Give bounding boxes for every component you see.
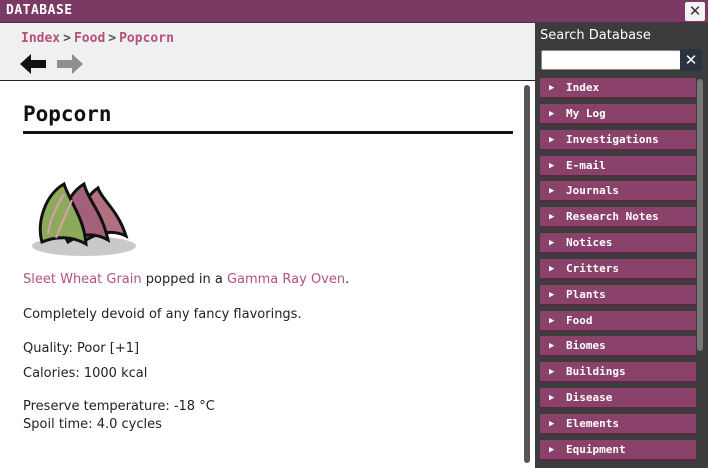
category-label: Critters [566,261,619,275]
triangle-right-icon: ▶ [549,134,555,145]
category-item-buildings[interactable]: ▶ Buildings [540,362,696,384]
category-label: Food [566,313,593,327]
breadcrumb-separator: > [108,31,117,46]
category-label: E-mail [566,158,606,172]
breadcrumb-index[interactable]: Index [21,31,60,46]
category-label: Plants [566,287,606,301]
category-item-e-mail[interactable]: ▶ E-mail [540,155,696,177]
category-label: Elements [566,416,619,430]
category-label: Research Notes [566,210,659,224]
back-button[interactable] [18,51,48,77]
recipe-text: popped in a [141,272,227,287]
triangle-right-icon: ▶ [549,263,555,274]
triangle-right-icon: ▶ [549,186,555,197]
category-label: Notices [566,236,613,250]
search-clear-button[interactable]: ✕ [680,49,702,71]
article-pane: Index > Food > Popcorn Popcorn Sleet Whea [0,23,535,468]
category-label: Equipment [566,442,626,456]
triangle-right-icon: ▶ [549,367,555,378]
category-item-disease[interactable]: ▶ Disease [540,388,696,410]
category-item-equipment[interactable]: ▶ Equipment [540,439,696,461]
category-label: Journals [566,184,619,198]
category-item-my-log[interactable]: ▶ My Log [540,103,696,125]
calories-text: Calories: 1000 kcal [23,366,148,381]
recipe-line: Sleet Wheat Grain popped in a Gamma Ray … [23,272,349,287]
category-scrollbar[interactable] [697,79,703,351]
category-label: Disease [566,391,613,405]
history-navigation [18,51,87,81]
window-titlebar: DATABASE ✕ [0,0,708,23]
category-list: ▶ Index ▶ My Log ▶ Investigations ▶ E-mail ▶ Jour… [540,78,696,466]
category-item-investigations[interactable]: ▶ Investigations [540,129,696,151]
triangle-right-icon: ▶ [549,160,555,171]
category-item-journals[interactable]: ▶ Journals [540,181,696,203]
preserve-temperature-text: Preserve temperature: -18 °C [23,399,215,414]
category-item-research-notes[interactable]: ▶ Research Notes [540,207,696,229]
forward-button[interactable] [55,51,85,77]
category-label: Investigations [566,132,659,146]
category-item-food[interactable]: ▶ Food [540,310,696,332]
category-item-biomes[interactable]: ▶ Biomes [540,336,696,358]
arrow-left-icon [20,54,46,74]
category-item-elements[interactable]: ▶ Elements [540,413,696,435]
category-item-index[interactable]: ▶ Index [540,78,696,99]
close-button[interactable]: ✕ [685,2,705,21]
category-label: Buildings [566,365,626,379]
navigation-bar: Index > Food > Popcorn [0,23,535,81]
category-item-critters[interactable]: ▶ Critters [540,258,696,280]
station-link[interactable]: Gamma Ray Oven [227,272,345,287]
triangle-right-icon: ▶ [549,289,555,300]
triangle-right-icon: ▶ [549,212,555,223]
spoil-time-text: Spoil time: 4.0 cycles [23,417,162,432]
popcorn-image [32,181,136,256]
description-text: Completely devoid of any fancy flavoring… [23,307,302,322]
category-label: My Log [566,106,606,120]
breadcrumb-popcorn[interactable]: Popcorn [119,31,174,46]
triangle-right-icon: ▶ [549,418,555,429]
category-item-plants[interactable]: ▶ Plants [540,284,696,306]
quality-text: Quality: Poor [+1] [23,341,140,356]
ingredient-link[interactable]: Sleet Wheat Grain [23,272,142,287]
triangle-right-icon: ▶ [549,83,555,93]
page-title: Popcorn [23,102,513,134]
category-label: Index [566,81,600,94]
recipe-end: . [345,272,350,287]
article-scrollbar[interactable] [524,85,530,463]
triangle-right-icon: ▶ [549,341,555,352]
category-item-notices[interactable]: ▶ Notices [540,233,696,255]
breadcrumb-separator: > [63,31,71,46]
window-title: DATABASE [6,3,73,18]
breadcrumb-food[interactable]: Food [74,31,105,46]
triangle-right-icon: ▶ [549,315,555,326]
triangle-right-icon: ▶ [549,108,555,119]
triangle-right-icon: ▶ [549,444,555,455]
database-sidebar: Search Database ✕ ▶ Index ▶ My Log ▶ Investig… [535,23,708,468]
triangle-right-icon: ▶ [549,238,555,249]
search-label: Search Database [540,28,651,43]
article-content: Popcorn Sleet Wheat Grain popped in a Ga… [0,82,522,468]
breadcrumb: Index > Food > Popcorn [21,31,174,46]
arrow-right-icon [57,54,84,74]
triangle-right-icon: ▶ [549,393,555,404]
search-input[interactable] [541,50,681,70]
category-label: Biomes [566,339,606,353]
